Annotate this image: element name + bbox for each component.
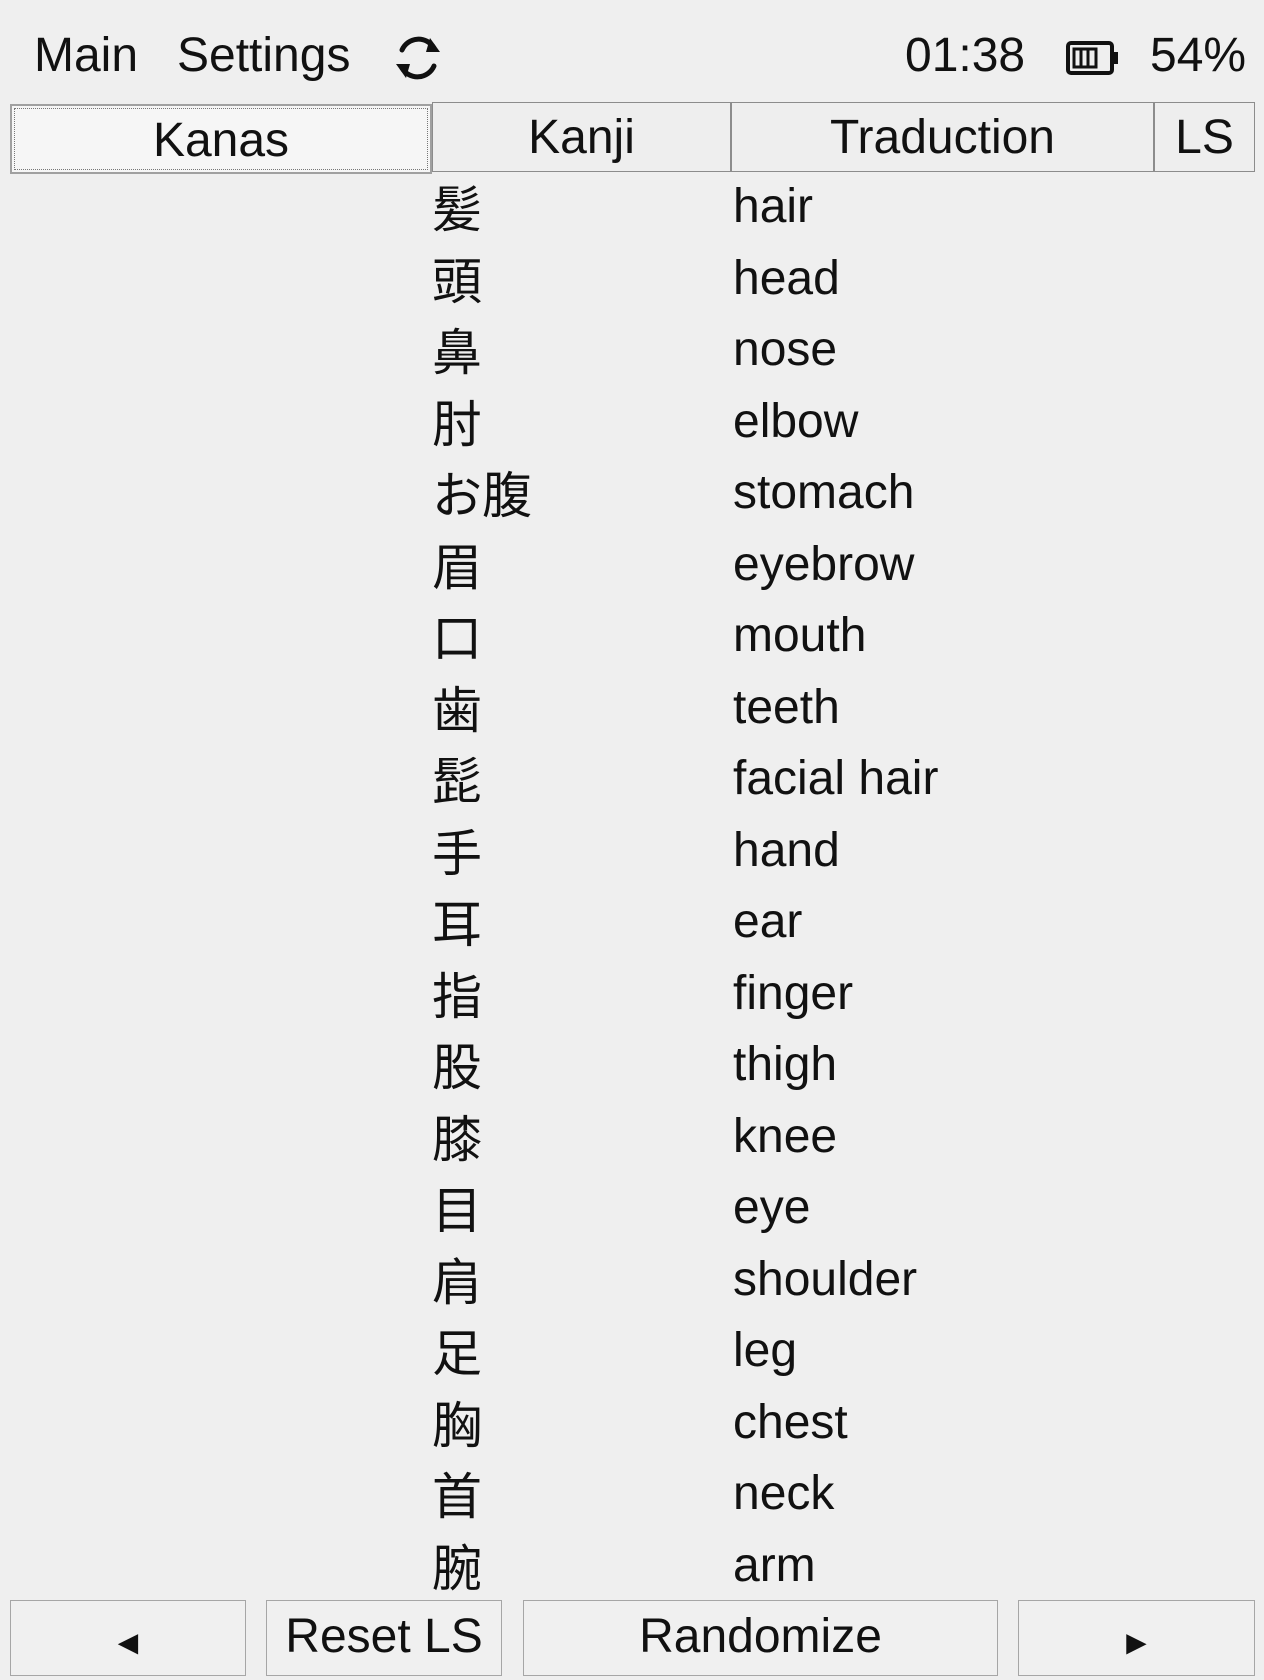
reset-ls-button[interactable]: Reset LS	[266, 1600, 502, 1676]
right-arrow-icon: ►	[1119, 1624, 1154, 1662]
kanji-cell: 肘	[432, 395, 482, 454]
list-item[interactable]: 鼻 nose	[0, 317, 1264, 389]
previous-button[interactable]: ◄	[10, 1600, 246, 1676]
kanji-cell: 胸	[432, 1396, 482, 1455]
translation-cell: hair	[733, 180, 814, 233]
translation-cell: neck	[733, 1467, 835, 1520]
list-item[interactable]: 腕 arm	[0, 1533, 1264, 1605]
translation-cell: stomach	[733, 466, 915, 519]
list-item[interactable]: 足 leg	[0, 1318, 1264, 1390]
list-item[interactable]: 胸 chest	[0, 1390, 1264, 1462]
tab-traduction[interactable]: Traduction	[731, 102, 1154, 172]
tab-kanas[interactable]: Kanas	[10, 104, 432, 174]
list-item[interactable]: 手 hand	[0, 818, 1264, 890]
translation-cell: facial hair	[733, 752, 939, 805]
column-header-row: Kanas Kanji Traduction LS	[0, 102, 1264, 174]
list-item[interactable]: 指 finger	[0, 961, 1264, 1033]
kanji-cell: 口	[432, 610, 482, 668]
tab-kanji[interactable]: Kanji	[432, 102, 731, 172]
kanji-cell: 股	[432, 1039, 482, 1097]
refresh-icon-svg	[396, 36, 440, 80]
translation-cell: ear	[733, 895, 803, 948]
list-item[interactable]: 肩 shoulder	[0, 1247, 1264, 1319]
translation-cell: knee	[733, 1109, 838, 1163]
next-button[interactable]: ►	[1018, 1600, 1255, 1676]
kanji-cell: 鼻	[432, 324, 482, 382]
kanji-cell: 肩	[432, 1253, 482, 1312]
translation-cell: finger	[733, 966, 854, 1020]
kanji-cell: 耳	[432, 896, 482, 954]
translation-cell: eyebrow	[733, 537, 915, 591]
list-item[interactable]: 髪 hair	[0, 174, 1264, 246]
kanji-cell: 髭	[432, 753, 482, 811]
kanji-cell: 足	[432, 1325, 482, 1383]
bottom-bar: ◄ Reset LS Randomize ►	[0, 1598, 1264, 1680]
kanji-cell: 目	[432, 1182, 482, 1240]
vocabulary-list: 髪 hair 頭 head 鼻 nose 肘 elbow お腹 stomach 眉 eyebrow 口 m…	[0, 174, 1264, 1598]
list-item[interactable]: 肘 elbow	[0, 389, 1264, 461]
kanji-cell: 歯	[432, 681, 482, 740]
translation-cell: mouth	[733, 609, 867, 662]
translation-cell: teeth	[733, 680, 840, 734]
list-item[interactable]: 歯 teeth	[0, 675, 1264, 747]
list-item[interactable]: 眉 eyebrow	[0, 532, 1264, 604]
translation-cell: chest	[733, 1395, 848, 1449]
list-item[interactable]: 目 eye	[0, 1175, 1264, 1247]
kanji-cell: 腕	[432, 1539, 482, 1598]
randomize-button[interactable]: Randomize	[523, 1600, 998, 1676]
kanji-cell: 指	[432, 967, 482, 1026]
clock: 01:38	[905, 29, 1026, 82]
translation-cell: nose	[733, 323, 838, 376]
translation-cell: hand	[733, 823, 840, 877]
list-item[interactable]: 口 mouth	[0, 603, 1264, 675]
settings-menu-button[interactable]: Settings	[177, 28, 350, 84]
kanji-cell: 眉	[432, 538, 482, 597]
top-bar: Main Settings 01:38 54%	[0, 0, 1264, 102]
list-item[interactable]: 膝 knee	[0, 1104, 1264, 1176]
battery-icon-svg	[1066, 41, 1118, 75]
kanji-cell: お腹	[432, 467, 532, 525]
kanji-cell: 首	[432, 1468, 482, 1526]
refresh-icon[interactable]	[390, 30, 446, 86]
translation-cell: elbow	[733, 394, 859, 448]
tab-ls[interactable]: LS	[1154, 102, 1255, 172]
list-item[interactable]: 首 neck	[0, 1461, 1264, 1533]
app-window: Main Settings 01:38 54% Kanas Kanji Trad…	[0, 0, 1264, 1680]
battery-percent: 54%	[1150, 29, 1247, 82]
translation-cell: leg	[733, 1324, 798, 1377]
kanji-cell: 膝	[432, 1110, 482, 1169]
kanji-cell: 頭	[432, 252, 482, 311]
main-menu-button[interactable]: Main	[34, 28, 138, 84]
left-arrow-icon: ◄	[111, 1624, 145, 1662]
kanji-cell: 手	[432, 824, 482, 883]
translation-cell: thigh	[733, 1038, 838, 1091]
kanji-cell: 髪	[432, 181, 482, 239]
list-item[interactable]: 耳 ear	[0, 889, 1264, 961]
translation-cell: eye	[733, 1181, 811, 1234]
battery-icon	[1066, 40, 1120, 76]
list-item[interactable]: お腹 stomach	[0, 460, 1264, 532]
translation-cell: head	[733, 251, 840, 305]
translation-cell: arm	[733, 1538, 816, 1592]
list-item[interactable]: 頭 head	[0, 246, 1264, 318]
translation-cell: shoulder	[733, 1252, 918, 1306]
list-item[interactable]: 髭 facial hair	[0, 746, 1264, 818]
list-item[interactable]: 股 thigh	[0, 1032, 1264, 1104]
